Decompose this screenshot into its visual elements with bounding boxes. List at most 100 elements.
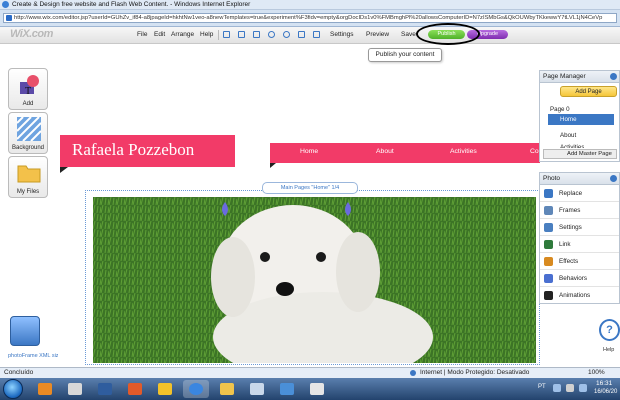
dog-photo[interactable] xyxy=(93,197,536,363)
tray-icon[interactable] xyxy=(566,384,574,392)
page-item-about[interactable]: About xyxy=(560,132,576,139)
site-title-banner[interactable]: Rafaela Pozzebon xyxy=(60,135,235,167)
page-item-activities[interactable]: Activities xyxy=(560,144,584,148)
replace-icon xyxy=(544,189,553,198)
dog-photo-image xyxy=(93,197,536,363)
start-button[interactable] xyxy=(3,379,23,399)
wix-logo: WiX.com xyxy=(10,28,53,40)
photo-replace[interactable]: Replace xyxy=(540,185,619,202)
clock-date[interactable]: 16/06/20 xyxy=(594,389,617,395)
address-bar[interactable]: http://www.wix.com/editor.jsp?userId=GUh… xyxy=(3,13,617,23)
animations-icon xyxy=(544,291,553,300)
address-bar-area: http://www.wix.com/editor.jsp?userId=GUh… xyxy=(0,10,620,27)
my-files-button[interactable]: My Files xyxy=(8,156,48,198)
status-bar: Concluído Internet | Modo Protegido: Des… xyxy=(0,367,620,378)
page-manager-title: Page Manager xyxy=(543,73,586,80)
background-button[interactable]: Background xyxy=(8,112,48,154)
task-app-3[interactable] xyxy=(92,380,118,398)
site-nav: Home About Activities Co xyxy=(270,143,540,163)
task-explorer[interactable] xyxy=(214,380,240,398)
gallery-page-label[interactable]: Main Pages "Home" 1/4 xyxy=(262,182,358,194)
app-icon xyxy=(280,383,294,395)
nav-about[interactable]: About xyxy=(376,148,394,155)
photo-link[interactable]: Link xyxy=(540,236,619,253)
photo-behaviors[interactable]: Behaviors xyxy=(540,270,619,287)
photo-settings[interactable]: Settings xyxy=(540,219,619,236)
photo-frames[interactable]: Frames xyxy=(540,202,619,219)
add-button[interactable]: T Add xyxy=(8,68,48,110)
app-icon xyxy=(98,383,112,395)
taskbar: PT 16:31 16/06/20 xyxy=(0,378,620,400)
zoom-in-icon[interactable] xyxy=(268,31,275,38)
task-app-6[interactable] xyxy=(244,380,270,398)
banner-fold xyxy=(60,167,68,173)
task-app-7[interactable] xyxy=(274,380,300,398)
link-icon xyxy=(544,240,553,249)
frames-icon xyxy=(544,206,553,215)
help-icon[interactable] xyxy=(610,73,617,80)
undo-icon[interactable] xyxy=(313,31,320,38)
task-app-8[interactable] xyxy=(304,380,330,398)
nav-home[interactable]: Home xyxy=(300,148,318,155)
help-icon[interactable] xyxy=(610,175,617,182)
favicon-icon xyxy=(6,15,12,21)
save-button[interactable]: Save xyxy=(401,31,416,38)
menu-file[interactable]: File xyxy=(137,31,147,38)
address-url: http://www.wix.com/editor.jsp?userId=GUh… xyxy=(14,15,603,21)
zoom-out-icon[interactable] xyxy=(283,31,290,38)
settings-button[interactable]: Settings xyxy=(330,31,354,38)
resize-icon[interactable] xyxy=(253,31,260,38)
svg-text:T: T xyxy=(25,86,31,97)
move-icon[interactable] xyxy=(238,31,245,38)
nav-fold xyxy=(270,163,276,168)
window-title: Create & Design free website and Flash W… xyxy=(12,1,251,8)
status-text: Concluído xyxy=(4,369,34,376)
site-title: Rafaela Pozzebon xyxy=(72,140,195,159)
publish-tooltip: Publish your content xyxy=(368,48,442,62)
help-label: Help xyxy=(603,347,615,353)
page-manager-panel: Page Manager Add Page Page 0 Home About … xyxy=(539,70,620,162)
page-item-page0[interactable]: Page 0 xyxy=(550,106,570,113)
help-bubble-icon[interactable]: ? xyxy=(599,319,620,341)
nav-activities[interactable]: Activities xyxy=(450,148,477,155)
grid-icon[interactable] xyxy=(298,31,305,38)
toolbar-separator xyxy=(218,30,219,40)
photo-animations[interactable]: Animations xyxy=(540,287,619,304)
task-ie[interactable] xyxy=(183,380,209,398)
security-zone: Internet | Modo Protegido: Desativado xyxy=(420,369,530,376)
menu-help[interactable]: Help xyxy=(200,31,213,38)
behaviors-icon xyxy=(544,274,553,283)
internet-zone-icon xyxy=(410,370,416,376)
page-manager-header: Page Manager xyxy=(540,71,619,83)
menu-arrange[interactable]: Arrange xyxy=(171,31,194,38)
add-label: Add xyxy=(22,101,34,107)
background-label: Background xyxy=(11,145,45,151)
tray-icon[interactable] xyxy=(579,384,587,392)
add-master-page-button[interactable]: Add Master Page xyxy=(543,149,617,159)
zoom-level[interactable]: 100% xyxy=(588,368,605,378)
effects-icon xyxy=(544,257,553,266)
preview-button[interactable]: Preview xyxy=(366,31,389,38)
photo-effects[interactable]: Effects xyxy=(540,253,619,270)
nav-contact[interactable]: Co xyxy=(530,148,539,155)
window-title-bar: Create & Design free website and Flash W… xyxy=(0,0,620,10)
ie-icon xyxy=(189,383,203,395)
page-item-home[interactable]: Home xyxy=(548,114,614,125)
align-icon[interactable] xyxy=(223,31,230,38)
task-app-1[interactable] xyxy=(32,380,58,398)
app-icon xyxy=(38,383,52,395)
app-icon xyxy=(158,383,172,395)
task-app-2[interactable] xyxy=(62,380,88,398)
menu-edit[interactable]: Edit xyxy=(154,31,165,38)
editor-toolbar: WiX.com File Edit Arrange Help Settings … xyxy=(0,27,620,44)
add-media-icon: T xyxy=(20,75,39,97)
photo-frame-icon[interactable] xyxy=(10,316,40,346)
task-app-4[interactable] xyxy=(122,380,148,398)
tray-language[interactable]: PT xyxy=(538,384,546,390)
app-icon xyxy=(68,383,82,395)
photo-panel-header: Photo xyxy=(540,173,619,185)
clock-time[interactable]: 16:31 xyxy=(596,380,612,387)
task-app-5[interactable] xyxy=(152,380,178,398)
tray-icon[interactable] xyxy=(553,384,561,392)
add-page-button[interactable]: Add Page xyxy=(560,86,617,97)
